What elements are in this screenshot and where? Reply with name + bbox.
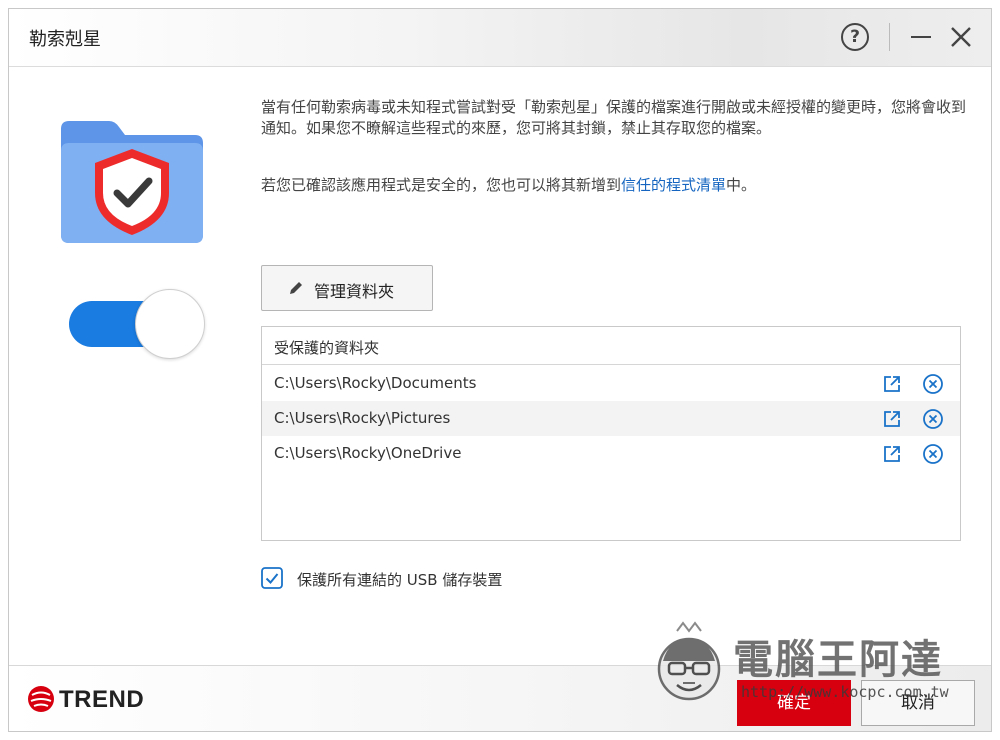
watermark-url: http://www.kocpc.com.tw	[741, 683, 949, 701]
open-external-icon[interactable]	[882, 444, 902, 464]
protected-folders-list: 受保護的資料夾 C:\Users\Rocky\Documents C:\User…	[261, 326, 961, 541]
usb-protection-label[interactable]: 保護所有連結的 USB 儲存裝置	[297, 569, 502, 590]
folder-row[interactable]: C:\Users\Rocky\Documents	[262, 366, 960, 401]
trusted-programs-link[interactable]: 信任的程式清單	[621, 176, 726, 194]
ransomware-protection-dialog: 勒索剋星 ? 當有任何勒索病毒或未知程式嘗試對受「勒索剋星」保護的檔案進行開啟或…	[8, 8, 992, 732]
remove-circle-icon[interactable]	[922, 443, 944, 465]
trusted-text-prefix: 若您已確認該應用程式是安全的，您也可以將其新增到	[261, 176, 622, 194]
description-text: 當有任何勒索病毒或未知程式嘗試對受「勒索剋星」保護的檔案進行開啟或未經授權的變更…	[261, 98, 967, 137]
trend-ball-icon	[28, 686, 54, 712]
trusted-programs-text: 若您已確認該應用程式是安全的，您也可以將其新增到信任的程式清單中。	[261, 175, 966, 196]
list-header: 受保護的資料夾	[262, 327, 960, 365]
trusted-text-suffix: 中。	[726, 176, 757, 194]
manage-folders-label: 管理資料夾	[314, 284, 395, 301]
remove-circle-icon[interactable]	[922, 373, 944, 395]
mascot-face-icon	[657, 621, 721, 701]
usb-protection-checkbox[interactable]	[261, 567, 283, 589]
minimize-icon[interactable]	[911, 36, 931, 38]
folder-row[interactable]: C:\Users\Rocky\Pictures	[262, 401, 960, 436]
toggle-knob	[135, 289, 205, 359]
remove-circle-icon[interactable]	[922, 408, 944, 430]
folder-path: C:\Users\Rocky\Documents	[274, 374, 477, 392]
folder-row[interactable]: C:\Users\Rocky\OneDrive	[262, 436, 960, 471]
title-bar: 勒索剋星 ?	[9, 9, 991, 67]
site-watermark: 電腦王阿達 http://www.kocpc.com.tw	[649, 621, 969, 711]
manage-folders-button[interactable]: 管理資料夾	[261, 265, 433, 311]
folder-path: C:\Users\Rocky\OneDrive	[274, 444, 462, 462]
window-title: 勒索剋星	[29, 29, 101, 50]
protection-toggle[interactable]	[69, 289, 205, 359]
open-external-icon[interactable]	[882, 374, 902, 394]
brand-text: TREND	[59, 686, 145, 713]
close-icon[interactable]	[949, 25, 973, 49]
help-icon[interactable]: ?	[841, 23, 869, 51]
protected-folder-shield-icon	[61, 121, 203, 243]
folder-path: C:\Users\Rocky\Pictures	[274, 409, 451, 427]
pencil-icon	[290, 282, 302, 294]
trend-micro-logo: TREND	[27, 684, 177, 714]
open-external-icon[interactable]	[882, 409, 902, 429]
watermark-title: 電腦王阿達	[733, 637, 943, 683]
titlebar-separator	[889, 23, 890, 51]
